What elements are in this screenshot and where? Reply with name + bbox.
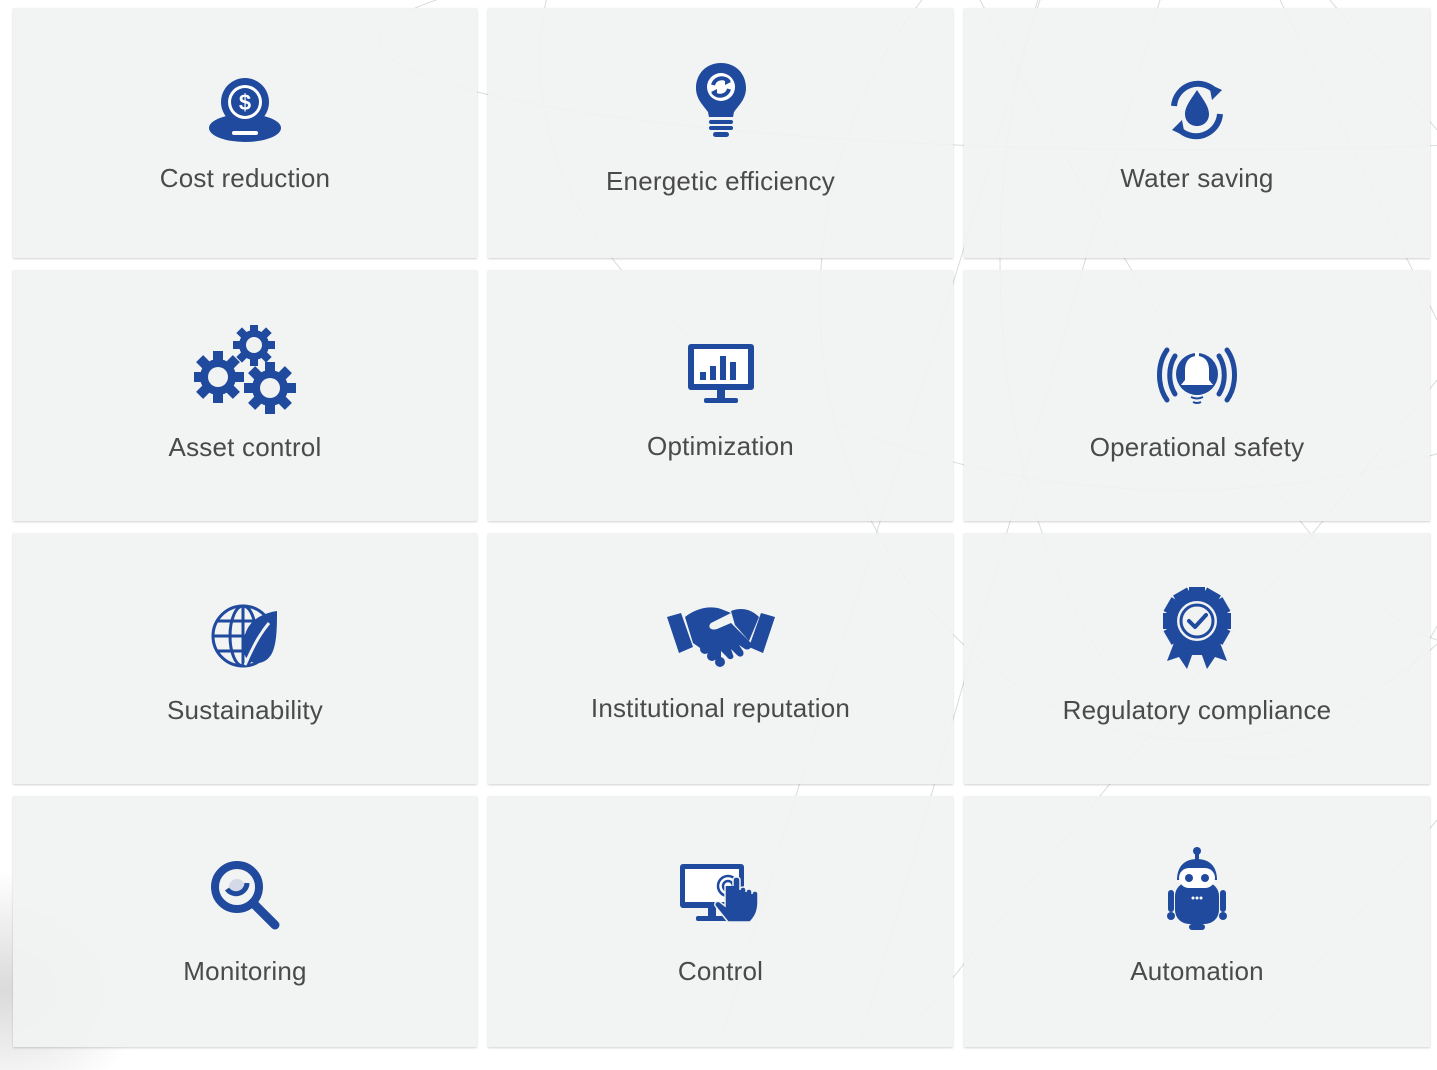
card-monitoring[interactable]: Monitoring: [13, 796, 477, 1047]
card-label: Optimization: [647, 431, 794, 461]
benefits-grid: $ Cost reduction Energetic efficiency Wa…: [13, 8, 1430, 1047]
globe-leaf-icon: [211, 603, 279, 671]
card-label: Cost reduction: [159, 163, 331, 193]
card-label: Sustainability: [167, 695, 323, 725]
water-drop-cycle-icon: [1164, 76, 1230, 144]
robot-icon: [1165, 846, 1229, 932]
handshake-icon: [665, 603, 777, 669]
card-label: Energetic efficiency: [606, 166, 835, 196]
card-label: Regulatory compliance: [1062, 695, 1332, 725]
card-asset-control[interactable]: Asset control: [13, 270, 477, 521]
card-label: Control: [677, 956, 764, 986]
card-sustainability[interactable]: Sustainability: [13, 533, 477, 784]
card-label: Asset control: [168, 432, 322, 462]
card-optimization[interactable]: Optimization: [488, 270, 953, 521]
svg-text:$: $: [239, 90, 251, 115]
card-regulatory-compliance[interactable]: Regulatory compliance: [964, 533, 1430, 784]
award-badge-icon: [1161, 585, 1233, 671]
card-institutional-reputation[interactable]: Institutional reputation: [488, 533, 953, 784]
lightbulb-icon: [694, 61, 748, 141]
card-control[interactable]: Control: [488, 796, 953, 1047]
monitor-chart-icon: [686, 342, 756, 406]
card-label: Institutional reputation: [590, 693, 851, 723]
card-automation[interactable]: Automation: [964, 796, 1430, 1047]
card-label: Monitoring: [183, 956, 307, 986]
card-energetic-efficiency[interactable]: Energetic efficiency: [488, 8, 953, 258]
gears-icon: [194, 325, 296, 415]
dollar-coin-icon: $: [208, 78, 282, 144]
card-cost-reduction[interactable]: $ Cost reduction: [13, 8, 477, 258]
magnifier-icon: [209, 859, 281, 931]
touch-screen-icon: [678, 862, 764, 928]
card-label: Water saving: [1120, 163, 1274, 193]
card-operational-safety[interactable]: Operational safety: [964, 270, 1430, 521]
card-label: Operational safety: [1089, 432, 1305, 462]
card-label: Automation: [1130, 956, 1264, 986]
alarm-bell-icon: [1155, 344, 1239, 408]
card-water-saving[interactable]: Water saving: [964, 8, 1430, 258]
